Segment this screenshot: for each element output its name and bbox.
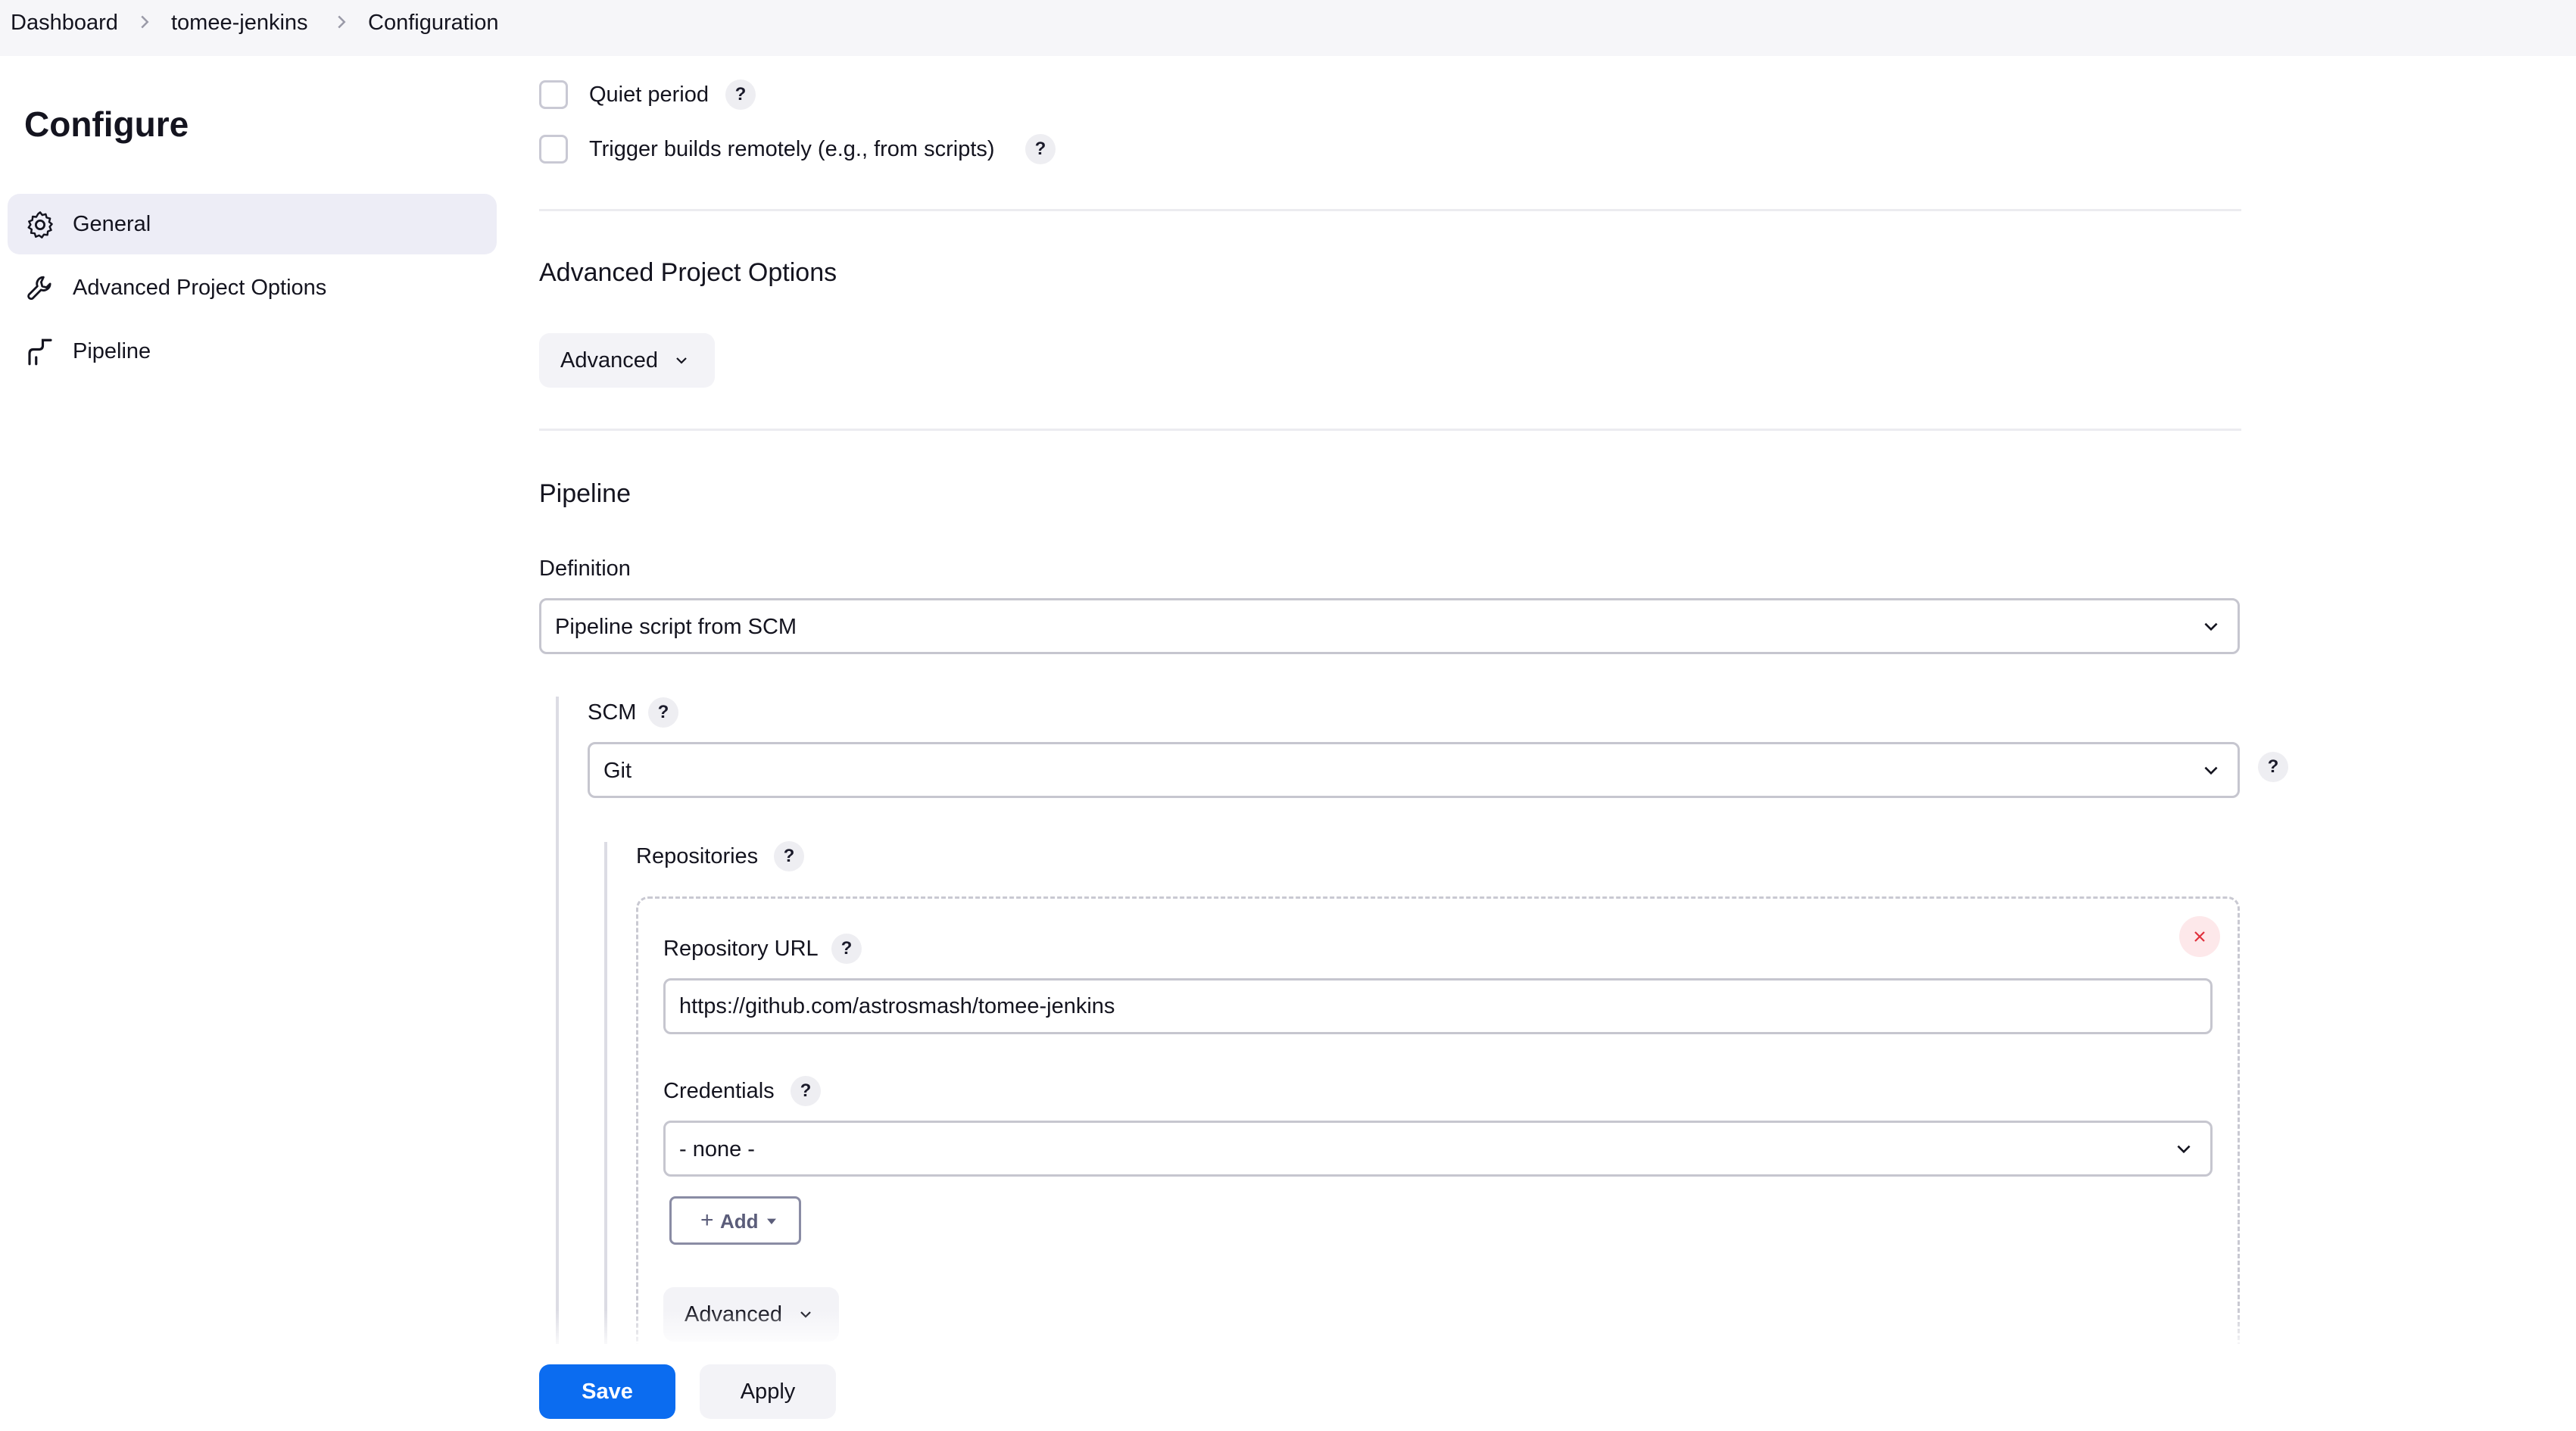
help-icon[interactable]: ? — [1025, 134, 1056, 164]
pipeline-title: Pipeline — [539, 479, 631, 508]
wrench-icon — [27, 276, 51, 300]
scm-nesting-bar — [556, 697, 559, 1355]
chevron-right-icon — [338, 15, 346, 29]
credentials-label: Credentials — [663, 1079, 775, 1103]
sidebar-item-advanced-project-options[interactable]: Advanced Project Options — [8, 257, 497, 318]
chevron-right-icon — [141, 15, 149, 29]
breadcrumb: Dashboard tomee-jenkins Configuration — [0, 0, 2576, 56]
chevron-down-icon — [676, 357, 687, 364]
help-icon[interactable]: ? — [831, 934, 862, 964]
apply-button[interactable]: Apply — [700, 1364, 836, 1419]
scm-select[interactable]: Git — [588, 742, 2240, 798]
chevron-down-icon — [2204, 622, 2218, 631]
bottom-fade — [507, 1310, 2272, 1348]
help-icon[interactable]: ? — [648, 697, 678, 728]
plus-icon: + — [700, 1208, 714, 1233]
sidebar-item-general[interactable]: General — [8, 194, 497, 254]
save-button[interactable]: Save — [539, 1364, 675, 1419]
chevron-down-icon — [2177, 1145, 2191, 1154]
pipeline-icon — [28, 338, 52, 366]
definition-select[interactable]: Pipeline script from SCM — [539, 598, 2240, 654]
bottom-action-bar — [0, 1344, 2576, 1431]
sidebar-item-pipeline[interactable]: Pipeline — [8, 321, 497, 382]
caret-down-icon — [767, 1218, 776, 1224]
breadcrumb-job[interactable]: tomee-jenkins — [171, 9, 308, 36]
scm-value: Git — [603, 759, 632, 783]
chevron-down-icon — [2204, 766, 2218, 775]
repositories-label: Repositories — [636, 844, 759, 868]
close-icon — [2194, 931, 2205, 942]
remove-repository-button[interactable] — [2179, 916, 2220, 957]
breadcrumb-dashboard[interactable]: Dashboard — [11, 9, 118, 36]
advanced-button-label: Advanced — [560, 348, 658, 373]
page-title: Configure — [24, 104, 189, 144]
advanced-project-options-title: Advanced Project Options — [539, 258, 837, 287]
sidebar-item-label: General — [73, 212, 151, 236]
section-divider — [539, 429, 2241, 431]
help-icon[interactable]: ? — [791, 1076, 821, 1106]
breadcrumb-configuration[interactable]: Configuration — [368, 9, 499, 36]
help-icon[interactable]: ? — [774, 841, 804, 871]
sidebar-item-label: Pipeline — [73, 339, 151, 363]
trigger-remote-checkbox[interactable] — [539, 135, 568, 164]
help-icon[interactable]: ? — [725, 80, 756, 110]
scm-label: SCM — [588, 700, 637, 725]
section-divider — [539, 209, 2241, 211]
sidebar-item-label: Advanced Project Options — [73, 276, 327, 300]
quiet-period-label: Quiet period — [589, 83, 709, 107]
add-button-label: Add — [720, 1210, 759, 1233]
credentials-value: - none - — [679, 1137, 755, 1161]
gear-icon — [27, 211, 53, 238]
definition-value: Pipeline script from SCM — [555, 615, 797, 639]
quiet-period-checkbox[interactable] — [539, 80, 568, 109]
add-credentials-button[interactable]: + Add — [669, 1196, 801, 1245]
help-icon[interactable]: ? — [2258, 752, 2288, 782]
definition-label: Definition — [539, 556, 631, 581]
trigger-remote-label: Trigger builds remotely (e.g., from scri… — [589, 137, 995, 161]
credentials-select[interactable]: - none - — [663, 1121, 2213, 1177]
repository-url-label: Repository URL — [663, 937, 819, 961]
repositories-nesting-bar — [604, 842, 607, 1355]
repository-url-input[interactable] — [663, 978, 2213, 1034]
advanced-project-options-advanced-button[interactable]: Advanced — [539, 333, 715, 388]
